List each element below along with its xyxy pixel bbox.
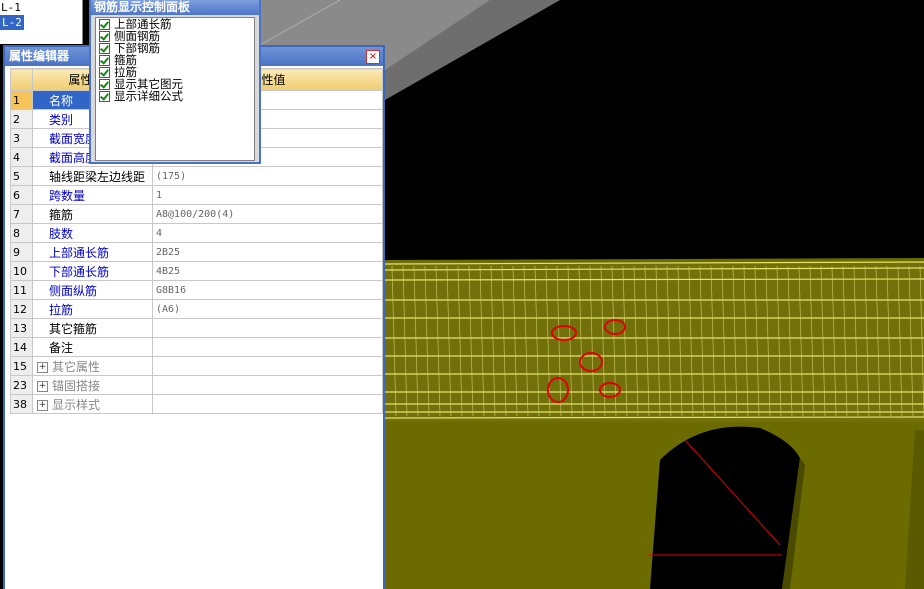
property-value[interactable]: 4 bbox=[152, 223, 383, 243]
property-value[interactable] bbox=[152, 337, 383, 357]
table-row[interactable]: 9 上部通长筋 2B25 bbox=[10, 242, 383, 262]
property-value[interactable]: 1 bbox=[152, 185, 383, 205]
table-row[interactable]: 7 箍筋 A8@100/200(4) bbox=[10, 204, 383, 224]
component-tree[interactable]: L-1 L-2 bbox=[0, 0, 83, 44]
property-name[interactable]: 肢数 bbox=[32, 223, 153, 243]
close-icon[interactable]: × bbox=[366, 50, 380, 64]
table-row[interactable]: 10 下部通长筋 4B25 bbox=[10, 261, 383, 281]
rebar-options-list: 上部通长筋 侧面钢筋 下部钢筋 箍筋 拉筋 显示其它图元 显示详细公式 bbox=[95, 17, 255, 161]
tree-item[interactable]: L-1 bbox=[0, 0, 82, 15]
property-value[interactable]: (175) bbox=[152, 166, 383, 186]
expand-icon[interactable]: + bbox=[37, 361, 48, 373]
property-name[interactable]: 备注 bbox=[32, 337, 153, 357]
property-name[interactable]: 箍筋 bbox=[32, 204, 153, 224]
table-row[interactable]: 23 + 锚固搭接 bbox=[10, 375, 383, 395]
checkbox-checked-icon[interactable] bbox=[99, 90, 110, 102]
checkbox-checked-icon[interactable] bbox=[99, 66, 110, 78]
table-row[interactable]: 12 拉筋 (A6) bbox=[10, 299, 383, 319]
tree-item-selected[interactable]: L-2 bbox=[0, 15, 24, 30]
property-name[interactable]: 其它箍筋 bbox=[32, 318, 153, 338]
expand-icon[interactable]: + bbox=[37, 399, 48, 411]
property-value[interactable] bbox=[152, 356, 383, 376]
property-value[interactable]: G8B16 bbox=[152, 280, 383, 300]
table-row[interactable]: 6 跨数量 1 bbox=[10, 185, 383, 205]
property-name[interactable]: 拉筋 bbox=[32, 299, 153, 319]
tree-item-row: L-2 bbox=[0, 15, 82, 30]
row-number: 38 bbox=[10, 394, 33, 414]
property-value[interactable] bbox=[152, 394, 383, 414]
checkbox-checked-icon[interactable] bbox=[99, 42, 110, 54]
row-number: 23 bbox=[10, 375, 33, 395]
row-number: 13 bbox=[10, 318, 33, 338]
table-row[interactable]: 38 + 显示样式 bbox=[10, 394, 383, 414]
property-name[interactable]: 下部通长筋 bbox=[32, 261, 153, 281]
row-number: 12 bbox=[10, 299, 33, 319]
table-row[interactable]: 13 其它箍筋 bbox=[10, 318, 383, 338]
property-name: 其它属性 bbox=[52, 359, 101, 374]
rebar-option[interactable]: 显示详细公式 bbox=[99, 90, 254, 102]
row-number: 6 bbox=[10, 185, 33, 205]
row-number: 3 bbox=[10, 128, 33, 148]
header-corner bbox=[10, 68, 33, 91]
table-row[interactable]: 15 + 其它属性 bbox=[10, 356, 383, 376]
checkbox-checked-icon[interactable] bbox=[99, 54, 110, 66]
row-number: 14 bbox=[10, 337, 33, 357]
row-number: 7 bbox=[10, 204, 33, 224]
property-value[interactable]: (A6) bbox=[152, 299, 383, 319]
table-row[interactable]: 11 侧面纵筋 G8B16 bbox=[10, 280, 383, 300]
table-row[interactable]: 14 备注 bbox=[10, 337, 383, 357]
row-number: 1 bbox=[10, 90, 33, 110]
property-name: 锚固搭接 bbox=[52, 378, 101, 393]
beam-opening bbox=[650, 426, 800, 589]
row-number: 11 bbox=[10, 280, 33, 300]
row-number: 9 bbox=[10, 242, 33, 262]
property-name: 显示样式 bbox=[52, 397, 101, 412]
row-number: 10 bbox=[10, 261, 33, 281]
rebar-display-panel: 钢筋显示控制面板 上部通长筋 侧面钢筋 下部钢筋 箍筋 拉筋 显示其它图元 显示详细公式 bbox=[89, 0, 261, 164]
property-value[interactable] bbox=[152, 375, 383, 395]
property-group[interactable]: + 显示样式 bbox=[32, 394, 153, 414]
property-name[interactable]: 侧面纵筋 bbox=[32, 280, 153, 300]
property-value[interactable]: A8@100/200(4) bbox=[152, 204, 383, 224]
row-number: 2 bbox=[10, 109, 33, 129]
property-value[interactable] bbox=[152, 318, 383, 338]
checkbox-checked-icon[interactable] bbox=[99, 18, 110, 30]
property-group[interactable]: + 其它属性 bbox=[32, 356, 153, 376]
expand-icon[interactable]: + bbox=[37, 380, 48, 392]
property-name[interactable]: 跨数量 bbox=[32, 185, 153, 205]
rebar-option-label: 显示详细公式 bbox=[114, 89, 183, 103]
property-group[interactable]: + 锚固搭接 bbox=[32, 375, 153, 395]
row-number: 5 bbox=[10, 166, 33, 186]
row-number: 15 bbox=[10, 356, 33, 376]
rebar-panel-title: 钢筋显示控制面板 bbox=[91, 0, 259, 15]
property-value[interactable]: 2B25 bbox=[152, 242, 383, 262]
row-number: 4 bbox=[10, 147, 33, 167]
property-name[interactable]: 上部通长筋 bbox=[32, 242, 153, 262]
property-value[interactable]: 4B25 bbox=[152, 261, 383, 281]
checkbox-checked-icon[interactable] bbox=[99, 30, 110, 42]
table-row[interactable]: 8 肢数 4 bbox=[10, 223, 383, 243]
property-name[interactable]: 轴线距梁左边线距 bbox=[32, 166, 153, 186]
table-row[interactable]: 5 轴线距梁左边线距 (175) bbox=[10, 166, 383, 186]
checkbox-checked-icon[interactable] bbox=[99, 78, 110, 90]
rebar-cage bbox=[385, 262, 924, 422]
row-number: 8 bbox=[10, 223, 33, 243]
